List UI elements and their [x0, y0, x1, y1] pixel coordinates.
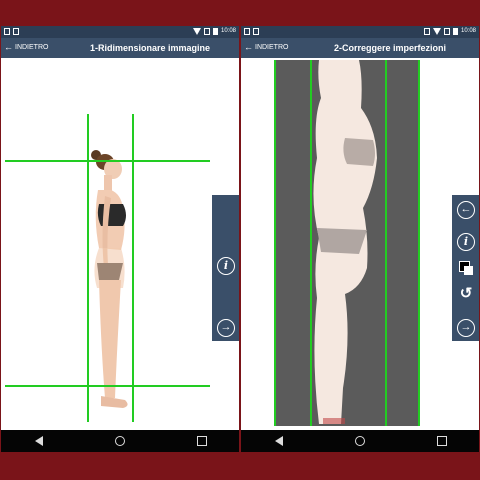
- guide-line-vertical[interactable]: [274, 60, 276, 426]
- frame-top: [0, 0, 480, 26]
- photo-canvas[interactable]: i →: [1, 58, 239, 430]
- nav-recents-icon[interactable]: [437, 436, 447, 446]
- guide-line-vertical[interactable]: [418, 60, 420, 426]
- sd-card-icon: [13, 28, 19, 35]
- guide-line-vertical[interactable]: [385, 60, 387, 426]
- info-icon[interactable]: i: [457, 233, 475, 251]
- nav-home-icon[interactable]: [115, 436, 125, 446]
- photo-canvas[interactable]: ← i ↺ →: [241, 58, 479, 430]
- frame-bottom: [0, 452, 480, 480]
- status-bar: 10:08: [241, 26, 479, 38]
- status-bar: 10:08: [1, 26, 239, 38]
- arrow-left-circle-icon[interactable]: ←: [457, 201, 475, 219]
- person-photo-overlay: [241, 58, 479, 430]
- notification-icon: [4, 28, 10, 35]
- info-icon[interactable]: i: [217, 257, 235, 275]
- notification-icon: [244, 28, 250, 35]
- guide-line-top[interactable]: [5, 160, 210, 162]
- guide-line-bottom[interactable]: [5, 385, 210, 387]
- android-nav-bar: [1, 430, 239, 452]
- android-nav-bar: [241, 430, 479, 452]
- arrow-right-icon[interactable]: →: [217, 319, 235, 337]
- right-phone-screen: 10:08 ← INDIETRO 2-Correggere imperfezio…: [241, 26, 479, 452]
- wifi-icon: [192, 28, 201, 35]
- back-button[interactable]: ← INDIETRO: [244, 43, 288, 52]
- guide-line-vertical[interactable]: [310, 60, 312, 426]
- wifi-icon: [432, 28, 441, 35]
- sd-card-icon: [253, 28, 259, 35]
- back-label: INDIETRO: [15, 44, 49, 51]
- back-button[interactable]: ← INDIETRO: [4, 43, 48, 52]
- page-title: 1-Ridimensionare immagine: [89, 43, 211, 53]
- color-swap-icon[interactable]: [459, 261, 473, 275]
- status-time: 10:08: [220, 28, 236, 34]
- undo-history-icon[interactable]: ↺: [457, 285, 475, 303]
- tool-sidebar: ← i ↺ →: [452, 195, 479, 341]
- app-bar: ← INDIETRO 2-Correggere imperfezioni: [241, 38, 479, 58]
- arrow-right-icon[interactable]: →: [457, 319, 475, 337]
- sync-icon: [423, 28, 430, 35]
- person-photo: [1, 58, 239, 430]
- page-title: 2-Correggere imperfezioni: [333, 43, 447, 53]
- battery-icon: [212, 28, 218, 35]
- signal-icon: [443, 28, 450, 35]
- nav-home-icon[interactable]: [355, 436, 365, 446]
- battery-icon: [452, 28, 458, 35]
- app-bar: ← INDIETRO 1-Ridimensionare immagine: [1, 38, 239, 58]
- status-time: 10:08: [460, 28, 476, 34]
- tool-sidebar: i →: [212, 195, 239, 341]
- nav-recents-icon[interactable]: [197, 436, 207, 446]
- nav-back-icon[interactable]: [275, 436, 283, 446]
- back-label: INDIETRO: [255, 44, 289, 51]
- signal-icon: [203, 28, 210, 35]
- arrow-left-icon: ←: [4, 42, 13, 52]
- arrow-left-icon: ←: [244, 42, 253, 52]
- nav-back-icon[interactable]: [35, 436, 43, 446]
- left-phone-screen: 10:08 ← INDIETRO 1-Ridimensionare immagi…: [1, 26, 239, 452]
